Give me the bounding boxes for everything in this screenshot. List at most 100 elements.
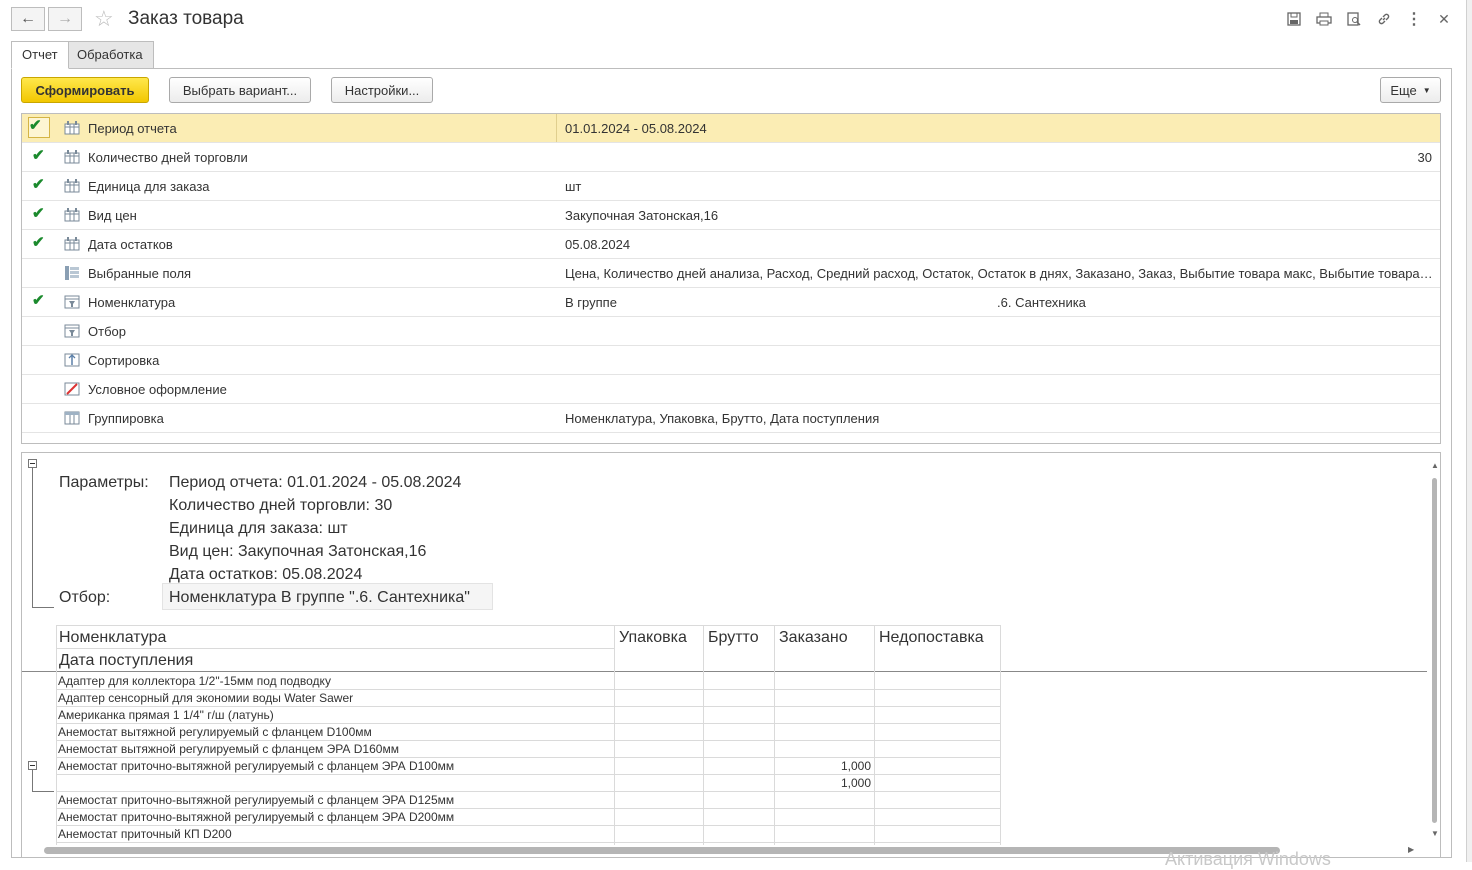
grid-line <box>614 625 615 845</box>
header-separator <box>22 671 1427 672</box>
sort-icon <box>64 353 80 367</box>
settings-row-period[interactable]: ✔ Период отчета 01.01.2024 - 05.08.2024 <box>22 114 1440 143</box>
grid-line <box>56 648 614 649</box>
checkbox[interactable]: ✔ <box>32 293 47 309</box>
row-line <box>56 825 1001 826</box>
scrollbar-thumb[interactable] <box>44 847 1280 854</box>
row-line <box>56 791 1001 792</box>
group-line <box>32 468 33 607</box>
scroll-right-icon[interactable]: ▶ <box>1408 845 1414 854</box>
collapse-group-icon[interactable] <box>28 761 37 770</box>
parameter-stock-date: Дата остатков: 05.08.2024 <box>169 566 363 583</box>
settings-row-order-unit[interactable]: ✔ Единица для заказа шт <box>22 172 1440 201</box>
tab-report[interactable]: Отчет <box>11 41 69 69</box>
scroll-up-icon[interactable]: ▲ <box>1431 461 1439 470</box>
checkbox[interactable]: ✔ <box>28 117 50 138</box>
report-settings-table: ✔ Период отчета 01.01.2024 - 05.08.2024 … <box>21 113 1441 444</box>
table-row: Анемостат приточно-вытяжной регулируемый… <box>58 810 455 824</box>
row-line <box>56 757 1001 758</box>
ordered-value: 1,000 <box>840 759 871 773</box>
link-icon[interactable] <box>1374 9 1394 29</box>
checkbox[interactable]: ✔ <box>32 177 47 193</box>
setting-value[interactable]: 30 <box>1418 150 1432 165</box>
settings-row-price-type[interactable]: ✔ Вид цен Закупочная Затонская,16 <box>22 201 1440 230</box>
collapse-group-icon[interactable] <box>28 459 37 468</box>
checkbox[interactable]: ✔ <box>32 206 47 222</box>
parameter-icon <box>64 121 80 135</box>
setting-value[interactable]: Закупочная Затонская,16 <box>565 208 1435 223</box>
setting-value[interactable]: 05.08.2024 <box>565 237 1435 252</box>
window-edge <box>1466 0 1472 862</box>
table-row: Адаптер для коллектора 1/2"-15мм под под… <box>58 674 331 688</box>
setting-value[interactable]: В группе <box>565 295 965 310</box>
table-row: Анемостат приточно-вытяжной регулируемый… <box>58 793 455 807</box>
setting-value[interactable]: Цена, Количество дней анализа, Расход, С… <box>565 266 1435 281</box>
parameters-label: Параметры: <box>59 474 149 491</box>
parameter-icon <box>64 179 80 193</box>
parameter-order-unit: Единица для заказа: шт <box>169 520 348 537</box>
more-button[interactable]: Еще ▼ <box>1380 77 1441 103</box>
checkbox[interactable]: ✔ <box>32 148 47 164</box>
settings-row-filter[interactable]: Отбор <box>22 317 1440 346</box>
more-vertical-icon[interactable]: ⋮ <box>1404 9 1424 29</box>
forward-button[interactable]: → <box>48 7 82 31</box>
setting-name: Группировка <box>88 411 164 426</box>
vertical-scrollbar[interactable]: ▲ ▼ <box>1429 461 1439 841</box>
tab-processing[interactable]: Обработка <box>66 41 154 69</box>
group-line <box>32 791 54 792</box>
parameter-icon <box>64 208 80 222</box>
save-icon[interactable] <box>1284 9 1304 29</box>
setting-name: Единица для заказа <box>88 179 210 194</box>
favorite-star-icon[interactable]: ☆ <box>94 6 114 32</box>
more-button-label: Еще <box>1390 82 1417 98</box>
arrow-right-icon: → <box>57 10 73 27</box>
setting-value[interactable]: Номенклатура, Упаковка, Брутто, Дата пос… <box>565 411 1435 426</box>
settings-row-trade-days[interactable]: ✔ Количество дней торговли 30 <box>22 143 1440 172</box>
ordered-value: 1,000 <box>840 776 871 790</box>
column-header-package: Упаковка <box>619 629 687 646</box>
table-row: Анемостат вытяжной регулируемый с фланце… <box>58 725 372 739</box>
generate-button[interactable]: Сформировать <box>21 77 149 103</box>
parameter-icon <box>64 237 80 251</box>
table-row: Американка прямая 1 1/4" г/ш (латунь) <box>58 708 274 722</box>
conditional-format-icon <box>64 382 80 396</box>
row-line <box>56 706 1001 707</box>
checkbox[interactable]: ✔ <box>32 235 47 251</box>
scroll-down-icon[interactable]: ▼ <box>1431 829 1439 838</box>
parameter-price-type: Вид цен: Закупочная Затонская,16 <box>169 543 427 560</box>
fields-list-icon <box>65 266 79 280</box>
settings-row-stock-date[interactable]: ✔ Дата остатков 05.08.2024 <box>22 230 1440 259</box>
setting-name: Условное оформление <box>88 382 227 397</box>
setting-name: Период отчета <box>88 121 177 136</box>
parameter-trade-days: Количество дней торговли: 30 <box>169 497 393 514</box>
back-button[interactable]: ← <box>11 7 45 31</box>
grouping-icon <box>64 411 80 425</box>
cell-divider <box>556 114 557 142</box>
filter-label: Отбор: <box>59 589 111 606</box>
window-title: Заказ товара <box>128 8 244 29</box>
column-header-nomenclature: Номенклатура <box>59 629 167 646</box>
settings-row-selected-fields[interactable]: Выбранные поля Цена, Количество дней ана… <box>22 259 1440 288</box>
settings-row-sorting[interactable]: Сортировка <box>22 346 1440 375</box>
setting-value[interactable]: 01.01.2024 - 05.08.2024 <box>565 121 1435 136</box>
choose-variant-button[interactable]: Выбрать вариант... <box>169 77 311 103</box>
column-header-arrival-date: Дата поступления <box>59 652 194 669</box>
settings-button[interactable]: Настройки... <box>331 77 433 103</box>
scrollbar-thumb[interactable] <box>1432 478 1437 823</box>
row-line <box>56 723 1001 724</box>
group-line <box>32 770 33 791</box>
preview-icon[interactable] <box>1344 9 1364 29</box>
setting-name: Отбор <box>88 324 126 339</box>
settings-row-grouping[interactable]: Группировка Номенклатура, Упаковка, Брут… <box>22 404 1440 433</box>
table-row: Анемостат вытяжной регулируемый с фланце… <box>58 742 399 756</box>
setting-name: Сортировка <box>88 353 160 368</box>
setting-value-group[interactable]: .6. Сантехника <box>997 295 1086 310</box>
close-icon[interactable]: ✕ <box>1434 9 1454 29</box>
grid-line <box>1000 625 1001 845</box>
print-icon[interactable] <box>1314 9 1334 29</box>
grid-line <box>703 625 704 845</box>
setting-value[interactable]: шт <box>565 179 1435 194</box>
settings-row-nomenclature[interactable]: ✔ Номенклатура В группе .6. Сантехника <box>22 288 1440 317</box>
setting-name: Номенклатура <box>88 295 176 310</box>
settings-row-conditional-format[interactable]: Условное оформление <box>22 375 1440 404</box>
